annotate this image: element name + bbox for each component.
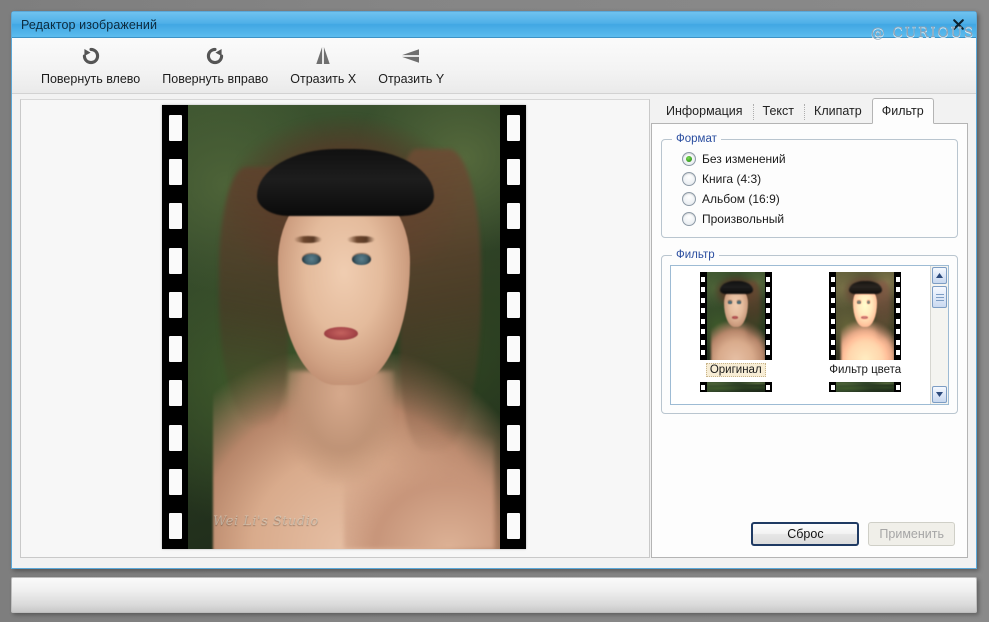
chevron-up-icon (935, 272, 944, 279)
radio-icon (682, 212, 696, 226)
window-body: Wei Li's Studio Информация Текст Клипатр (12, 94, 976, 569)
radio-icon (682, 172, 696, 186)
tab-panel-filter: Формат Без изменений Книга (4:3) Альбом … (651, 123, 968, 558)
scroll-thumb-grip (936, 292, 944, 303)
filter-thumb-color-label: Фильтр цвета (825, 363, 905, 377)
rotate-left-icon (79, 43, 103, 69)
window-title: Редактор изображений (21, 18, 157, 32)
rotate-right-button[interactable]: Повернуть вправо (151, 38, 279, 87)
action-buttons: Сброс Применить (661, 522, 958, 546)
format-option-no-change-label: Без изменений (702, 152, 786, 166)
radio-icon (682, 152, 696, 166)
rotate-right-label: Повернуть вправо (162, 72, 268, 86)
format-option-custom-label: Произвольный (702, 212, 784, 226)
flip-horizontal-label: Отразить X (290, 72, 356, 86)
filter-thumbnail-grid: Оригинал (671, 266, 930, 397)
filter-list-scrollbar[interactable] (930, 266, 948, 404)
side-panel: Информация Текст Клипатр Фильтр Формат (651, 99, 968, 558)
tab-filter-label: Фильтр (882, 104, 924, 118)
flip-vertical-label: Отразить Y (378, 72, 444, 86)
flip-horizontal-button[interactable]: Отразить X (279, 38, 367, 87)
tab-bar: Информация Текст Клипатр Фильтр (651, 99, 968, 123)
filter-thumb-next-row-left[interactable] (671, 382, 801, 397)
filter-scrollport: Оригинал (671, 266, 930, 404)
scroll-down-button[interactable] (932, 386, 947, 403)
title-bar: Редактор изображений (12, 12, 976, 38)
tab-clipart-label: Клипатр (814, 104, 862, 118)
toolbar: Повернуть влево Повернуть вправо Отразит… (12, 38, 976, 94)
scroll-up-button[interactable] (932, 267, 947, 284)
format-option-book-4-3[interactable]: Книга (4:3) (670, 169, 949, 189)
rotate-right-icon (203, 43, 227, 69)
filter-thumb-color-image (829, 272, 901, 360)
tab-text-label: Текст (763, 104, 794, 118)
tab-filter[interactable]: Фильтр (872, 98, 934, 124)
tab-information-label: Информация (666, 104, 743, 118)
image-canvas[interactable]: Wei Li's Studio (20, 99, 650, 558)
tab-information[interactable]: Информация (656, 99, 753, 123)
photo-filmstrip-frame[interactable]: Wei Li's Studio (162, 105, 526, 549)
apply-button: Применить (868, 522, 955, 546)
filter-group: Фильтр (661, 249, 958, 414)
flip-vertical-icon (398, 43, 424, 69)
format-group-legend: Формат (672, 133, 721, 145)
tab-clipart[interactable]: Клипатр (804, 99, 872, 123)
filmstrip-sprockets-left (162, 105, 188, 549)
filter-thumb-partial-image (829, 382, 901, 392)
format-option-book-4-3-label: Книга (4:3) (702, 172, 761, 186)
chevron-down-icon (935, 391, 944, 398)
format-option-custom[interactable]: Произвольный (670, 209, 949, 229)
scroll-thumb[interactable] (932, 286, 947, 308)
flip-vertical-button[interactable]: Отразить Y (367, 38, 455, 87)
filter-thumb-original[interactable]: Оригинал (671, 272, 801, 382)
format-option-no-change[interactable]: Без изменений (670, 149, 949, 169)
rotate-left-button[interactable]: Повернуть влево (30, 38, 151, 87)
filmstrip-sprockets-right (500, 105, 526, 549)
filter-thumb-color[interactable]: Фильтр цвета (801, 272, 931, 382)
reset-button[interactable]: Сброс (751, 522, 859, 546)
flip-horizontal-icon (310, 43, 336, 69)
format-group: Формат Без изменений Книга (4:3) Альбом … (661, 133, 958, 238)
filter-group-legend: Фильтр (672, 249, 719, 261)
tab-text[interactable]: Текст (753, 99, 804, 123)
bottom-bar (11, 577, 977, 613)
filter-thumb-partial-image (700, 382, 772, 392)
filter-thumb-original-image (700, 272, 772, 360)
rotate-left-label: Повернуть влево (41, 72, 140, 86)
format-option-album-16-9-label: Альбом (16:9) (702, 192, 780, 206)
photo-watermark: Wei Li's Studio (213, 514, 319, 529)
radio-icon (682, 192, 696, 206)
format-option-album-16-9[interactable]: Альбом (16:9) (670, 189, 949, 209)
page-watermark: @ CURIOUS (871, 25, 975, 41)
image-editor-window: Редактор изображений Повернуть влево (11, 11, 977, 569)
filter-thumb-next-row-right[interactable] (801, 382, 931, 397)
filter-thumb-original-label: Оригинал (706, 363, 766, 377)
filter-thumbnail-list[interactable]: Оригинал (670, 265, 949, 405)
photo-image: Wei Li's Studio (188, 105, 500, 549)
